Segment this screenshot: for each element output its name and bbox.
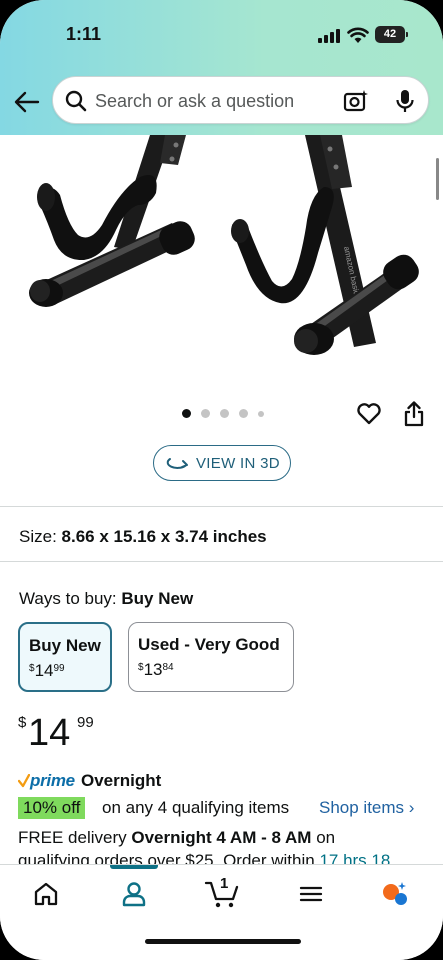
cart-button[interactable]: 1 [204, 875, 240, 909]
prime-speed: Overnight [81, 771, 162, 790]
app-screen: 1:11 42 Search or ask a question amazon … [0, 0, 443, 960]
status-bar: 1:11 42 [0, 22, 443, 48]
account-icon[interactable] [119, 879, 149, 909]
option-title: Used - Very Good [138, 635, 280, 654]
prime-logo: prime [30, 771, 75, 790]
microphone-icon[interactable] [395, 89, 415, 113]
used-very-good-option[interactable]: Used - Very Good $1384 [128, 622, 294, 692]
view-in-3d-label: VIEW IN 3D [196, 455, 280, 472]
search-icon [65, 90, 87, 112]
view-in-3d-button[interactable]: VIEW IN 3D [153, 445, 291, 481]
delivery-line-1: FREE delivery Overnight 4 AM - 8 AM on [18, 828, 336, 847]
price-fraction: 99 [77, 714, 94, 731]
status-time: 1:11 [66, 24, 102, 44]
discount-badge: 10% off [18, 797, 86, 819]
size-row[interactable]: Size: 8.66 x 15.16 x 3.74 inches [19, 527, 267, 547]
home-indicator [145, 939, 301, 944]
header: 1:11 42 Search or ask a question [0, 0, 443, 135]
cart-count: 1 [220, 875, 229, 892]
option-price: $1499 [29, 661, 65, 680]
camera-search-icon[interactable] [343, 89, 369, 113]
search-bar[interactable]: Search or ask a question [52, 76, 429, 124]
home-icon[interactable] [31, 879, 61, 909]
search-input[interactable]: Search or ask a question [95, 91, 294, 112]
menu-icon[interactable] [296, 879, 326, 909]
active-tab-indicator [110, 865, 158, 869]
rufus-assistant-icon[interactable] [381, 879, 411, 909]
price-currency: $ [18, 714, 27, 731]
carousel-dot-small[interactable] [258, 411, 264, 417]
option-price: $1384 [138, 660, 174, 679]
promo-text: on any 4 qualifying items [102, 798, 290, 817]
section-divider [0, 506, 443, 507]
section-divider [0, 561, 443, 562]
rotate-3d-icon [166, 458, 188, 469]
guitar-stand-right-image: amazon basics [231, 135, 419, 355]
price-whole: 14 [28, 712, 71, 754]
ways-to-buy: Ways to buy: Buy New [19, 589, 193, 609]
option-title: Buy New [29, 636, 101, 655]
size-value: 8.66 x 15.16 x 3.74 inches [61, 527, 267, 546]
product-image-gallery[interactable]: amazon basics [0, 135, 443, 405]
wifi-icon [347, 27, 369, 43]
promo-row: 10% off on any 4 qualifying items Shop i… [18, 797, 438, 819]
battery-icon: 42 [375, 26, 408, 43]
cellular-signal-icon [318, 29, 340, 43]
buy-new-option[interactable]: Buy New $1499 [18, 622, 112, 692]
carousel-dot[interactable] [239, 409, 248, 418]
prime-check-icon [18, 774, 30, 788]
carousel-dot[interactable] [220, 409, 229, 418]
ways-to-buy-label: Ways to buy: [19, 589, 117, 608]
carousel-dot-active[interactable] [182, 409, 191, 418]
shop-items-link[interactable]: Shop items › [319, 798, 414, 818]
ways-to-buy-selected: Buy New [121, 589, 194, 608]
back-arrow-icon[interactable] [14, 90, 40, 114]
bottom-tab-bar: 1 [0, 864, 443, 960]
carousel-dot[interactable] [201, 409, 210, 418]
product-image: amazon basics [29, 135, 419, 355]
heart-icon[interactable] [356, 402, 382, 426]
page-scrollbar[interactable] [436, 158, 439, 200]
guitar-stand-left-image [29, 135, 195, 307]
size-label: Size: [19, 527, 57, 546]
share-icon[interactable] [403, 401, 425, 427]
